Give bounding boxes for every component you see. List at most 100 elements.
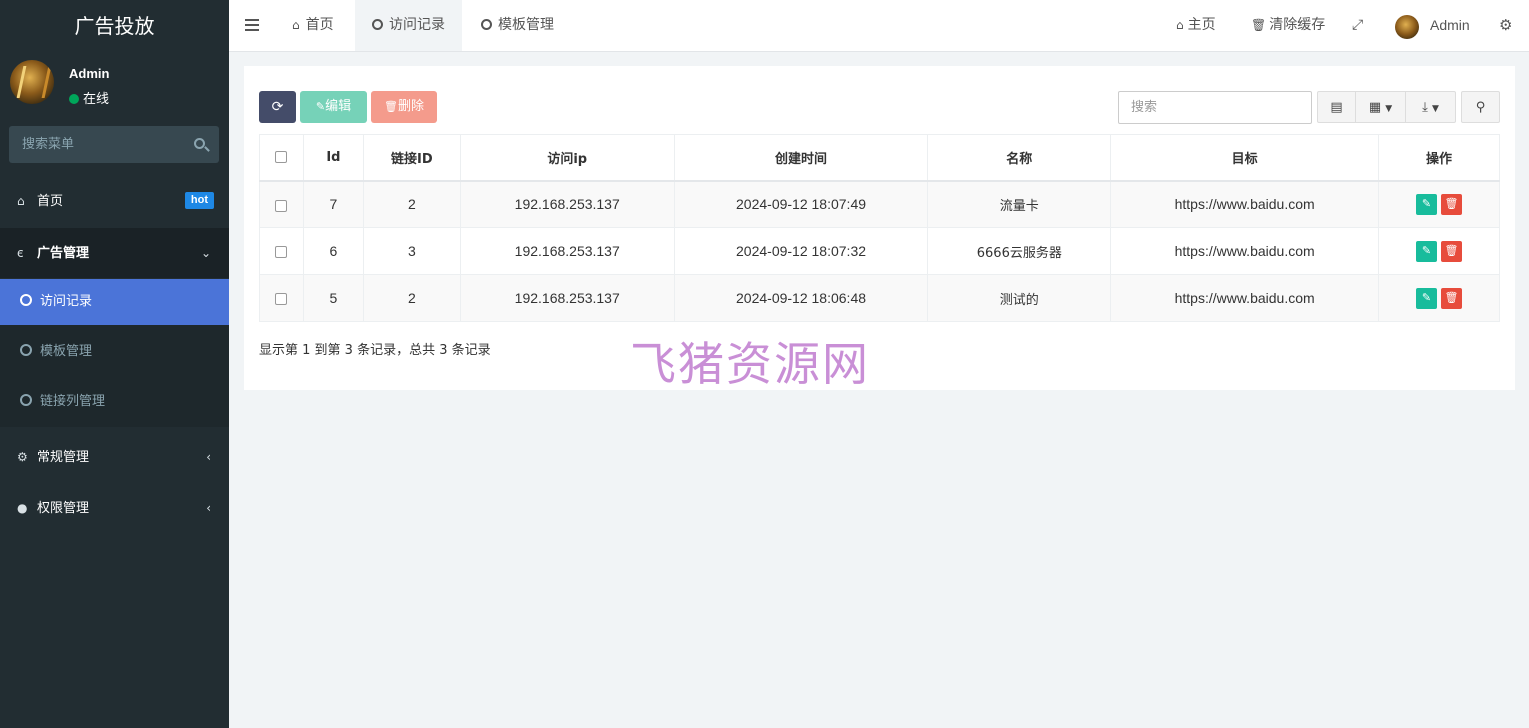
export-button[interactable]: ⤓ ▼ — [1405, 91, 1456, 123]
tab-template-management[interactable]: 模板管理 — [464, 0, 571, 51]
columns-button[interactable]: ▦ ▼ — [1355, 91, 1406, 123]
sidebar: 广告投放 Admin 在线 ⌂ 首页 hot є 广告管理 ⌄ 访问记录 模板管理 … — [0, 0, 229, 728]
trash-icon: 🗑 — [1251, 18, 1267, 32]
status-text: 在线 — [83, 92, 110, 107]
table-row[interactable]: 6 3 192.168.253.137 2024-09-12 18:07:32 … — [259, 227, 1500, 275]
sidebar-item-label: 首页 — [37, 194, 64, 209]
column-header[interactable]: 创建时间 — [673, 134, 929, 182]
sidebar-item-label: 广告管理 — [37, 246, 90, 261]
column-header[interactable]: 目标 — [1110, 134, 1380, 182]
sidebar-item-template-management[interactable]: 模板管理 — [0, 329, 229, 375]
home-icon: ⌂ — [292, 18, 300, 32]
sidebar-item-link-management[interactable]: 链接列管理 — [0, 379, 229, 425]
sidebar-item-home[interactable]: ⌂ 首页 hot — [0, 176, 229, 226]
refresh-button[interactable]: ⟳ — [259, 91, 296, 123]
cell-ip: 192.168.253.137 — [459, 274, 675, 322]
cell-created: 2024-09-12 18:07:49 — [673, 180, 929, 228]
select-all-cell — [259, 134, 304, 182]
avatar[interactable] — [1395, 15, 1419, 39]
column-header[interactable]: 链接ID — [362, 134, 461, 182]
column-header: 操作 — [1378, 134, 1500, 182]
table-row[interactable]: 7 2 192.168.253.137 2024-09-12 18:07:49 … — [259, 180, 1500, 228]
fullscreen-button[interactable]: ⤢ — [1352, 0, 1363, 51]
sidebar-item-label: 模板管理 — [40, 344, 93, 359]
table-row[interactable]: 5 2 192.168.253.137 2024-09-12 18:06:48 … — [259, 274, 1500, 322]
toggle-view-button[interactable]: ▤ — [1317, 91, 1356, 123]
user-panel: Admin 在线 — [0, 52, 229, 117]
column-header[interactable]: 访问ip — [459, 134, 675, 182]
search-icon: ⚲ — [1475, 100, 1486, 115]
home-icon: ⌂ — [17, 194, 25, 208]
row-delete-button[interactable]: 🗑 — [1441, 287, 1463, 309]
circle-icon — [481, 19, 492, 30]
sidebar-item-label: 权限管理 — [37, 501, 90, 516]
user-menu[interactable]: Admin — [1430, 0, 1470, 51]
cell-target: https://www.baidu.com — [1110, 227, 1380, 275]
cell-actions: ✎ 🗑 — [1378, 274, 1500, 322]
column-header[interactable]: Id — [302, 134, 364, 182]
cell-ip: 192.168.253.137 — [459, 180, 675, 228]
watermark-text: 飞猪资源网 — [630, 337, 870, 391]
search-button[interactable]: ⚲ — [1461, 91, 1500, 123]
hot-badge: hot — [184, 192, 214, 209]
sidebar-item-visit-records[interactable]: 访问记录 — [0, 279, 229, 325]
internet-explorer-icon: є — [17, 246, 24, 260]
cell-actions: ✎ 🗑 — [1378, 227, 1500, 275]
app-title[interactable]: 广告投放 — [0, 0, 229, 52]
circle-icon — [20, 394, 32, 406]
tab-visit-records[interactable]: 访问记录 — [355, 0, 462, 51]
table-header-row: Id 链接ID 访问ip 创建时间 名称 目标 操作 — [259, 134, 1500, 182]
export-icon: ⤓ — [1422, 100, 1428, 115]
row-delete-button[interactable]: 🗑 — [1441, 240, 1463, 262]
search-icon[interactable] — [194, 138, 205, 149]
sidebar-item-label: 常规管理 — [37, 450, 90, 465]
pagination-info: 显示第 1 到第 3 条记录，总共 3 条记录 — [259, 343, 491, 358]
row-delete-button[interactable]: 🗑 — [1441, 193, 1463, 215]
cell-name: 测试的 — [927, 274, 1112, 322]
column-header[interactable]: 名称 — [927, 134, 1112, 182]
cell-id: 7 — [302, 180, 364, 228]
cell-link-id: 2 — [362, 274, 461, 322]
circle-icon — [372, 19, 383, 30]
select-all-checkbox[interactable] — [275, 151, 288, 164]
settings-button[interactable]: ⚙ — [1499, 0, 1512, 51]
menu-search — [9, 126, 219, 163]
cell-link-id: 3 — [362, 227, 461, 275]
cell-ip: 192.168.253.137 — [459, 227, 675, 275]
cell-actions: ✎ 🗑 — [1378, 180, 1500, 228]
row-checkbox[interactable] — [275, 293, 288, 306]
menu-search-input[interactable] — [9, 126, 189, 163]
users-icon: ● — [17, 501, 28, 515]
clear-cache-button[interactable]: 🗑 清除缓存 — [1251, 0, 1325, 51]
row-edit-button[interactable]: ✎ — [1416, 287, 1438, 309]
sidebar-item-general-management[interactable]: ⚙ 常规管理 ‹ — [0, 432, 229, 482]
user-name: Admin — [69, 66, 110, 81]
refresh-icon: ⟳ — [271, 99, 284, 115]
pencil-icon: ✎ — [315, 100, 326, 113]
grid-icon: ▦ — [1368, 100, 1382, 115]
tab-home[interactable]: ⌂ 首页 — [275, 0, 351, 51]
user-menu-label: Admin — [1430, 17, 1470, 33]
edit-button[interactable]: ✎编辑 — [300, 91, 367, 123]
chevron-left-icon: ‹ — [206, 501, 211, 515]
cell-target: https://www.baidu.com — [1110, 180, 1380, 228]
nav-home-label: 主页 — [1187, 17, 1216, 33]
clear-cache-label: 清除缓存 — [1269, 17, 1326, 33]
sidebar-item-permission-management[interactable]: ● 权限管理 ‹ — [0, 483, 229, 533]
sidebar-item-ad-management[interactable]: є 广告管理 ⌄ — [0, 228, 229, 278]
row-checkbox[interactable] — [275, 246, 288, 259]
chevron-left-icon: ‹ — [206, 450, 211, 464]
cogs-icon: ⚙ — [1499, 16, 1513, 34]
avatar — [10, 60, 54, 104]
row-checkbox[interactable] — [275, 199, 288, 212]
fullscreen-icon: ⤢ — [1352, 17, 1364, 33]
tab-label: 首页 — [305, 17, 334, 33]
table-search-input[interactable] — [1118, 91, 1312, 124]
nav-home-link[interactable]: ⌂ 主页 — [1176, 0, 1216, 51]
row-edit-button[interactable]: ✎ — [1416, 193, 1438, 215]
menu-toggle-icon[interactable] — [245, 19, 259, 31]
row-edit-button[interactable]: ✎ — [1416, 240, 1438, 262]
delete-button[interactable]: 🗑删除 — [371, 91, 437, 123]
trash-icon: 🗑 — [384, 100, 398, 113]
tab-label: 模板管理 — [498, 17, 554, 33]
